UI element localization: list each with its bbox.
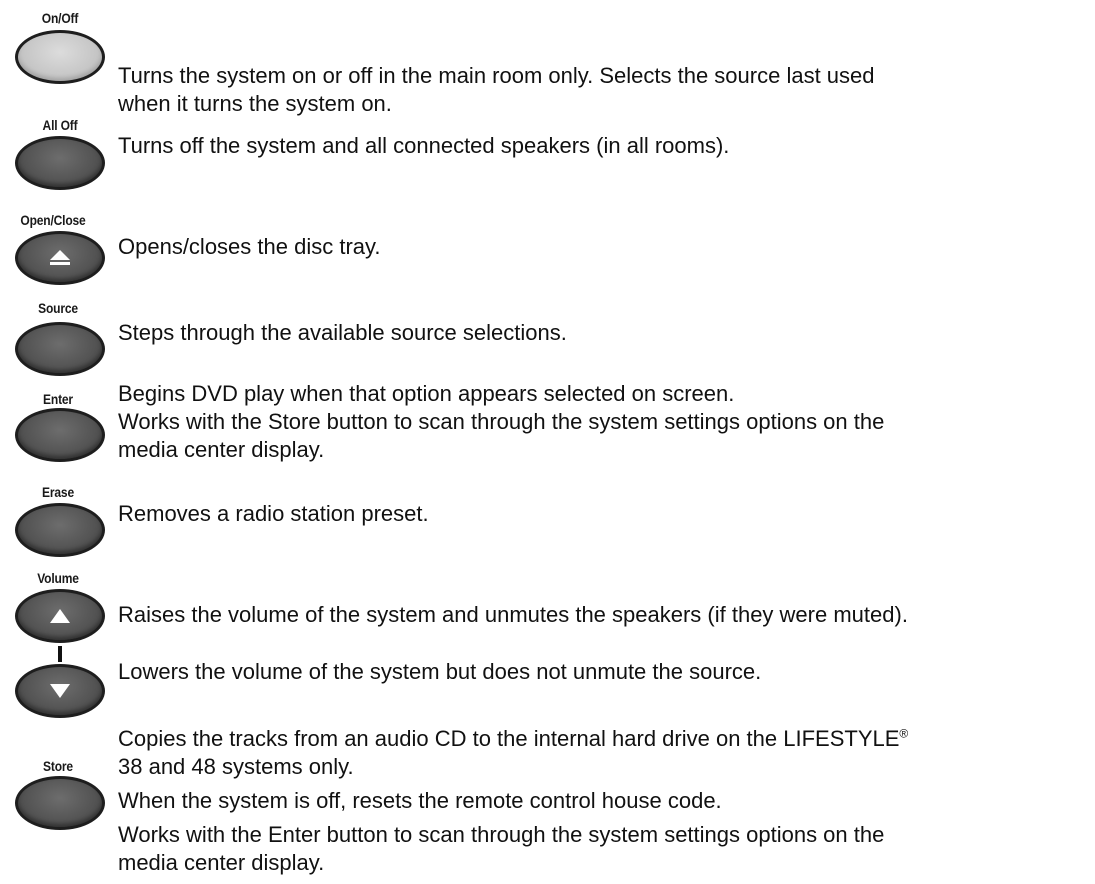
erase-desc: Removes a radio station preset. (118, 501, 429, 526)
source-label: Source (38, 300, 78, 316)
all-off-desc: Turns off the system and all connected s… (118, 133, 730, 158)
erase-label: Erase (42, 484, 74, 500)
store-desc-line2: 38 and 48 systems only. (118, 754, 354, 779)
volume-label: Volume (37, 570, 79, 586)
store-desc-line1-text: Copies the tracks from an audio CD to th… (118, 726, 900, 751)
erase-button[interactable] (15, 503, 105, 557)
volume-up-desc: Raises the volume of the system and unmu… (118, 602, 908, 627)
on-off-desc-line1: Turns the system on or off in the main r… (118, 63, 875, 88)
store-desc-line5: media center display. (118, 850, 325, 875)
enter-desc-line1: Begins DVD play when that option appears… (118, 381, 735, 406)
volume-up-button[interactable] (15, 589, 105, 643)
open-close-label: Open/Close (20, 212, 86, 228)
store-desc-line1: Copies the tracks from an audio CD to th… (118, 725, 1088, 753)
eject-icon (50, 250, 70, 265)
store-desc-line4: Works with the Enter button to scan thro… (118, 822, 885, 847)
volume-down-button[interactable] (15, 664, 105, 718)
all-off-label: All Off (42, 117, 78, 133)
source-desc: Steps through the available source selec… (118, 320, 567, 345)
on-off-label: On/Off (41, 10, 79, 26)
store-label: Store (43, 758, 73, 774)
triangle-down-icon (50, 684, 70, 698)
source-button[interactable] (15, 322, 105, 376)
enter-desc-line3: media center display. (118, 437, 325, 462)
on-off-desc-line2: when it turns the system on. (118, 91, 392, 116)
enter-label: Enter (43, 391, 73, 407)
open-close-desc: Opens/closes the disc tray. (118, 234, 381, 259)
open-close-button[interactable] (15, 231, 105, 285)
volume-divider (58, 646, 62, 662)
enter-desc-line2: Works with the Store button to scan thro… (118, 409, 885, 434)
on-off-button[interactable] (15, 30, 105, 84)
triangle-up-icon (50, 609, 70, 623)
volume-down-desc: Lowers the volume of the system but does… (118, 659, 762, 684)
registered-mark: ® (899, 726, 909, 741)
store-desc-line3: When the system is off, resets the remot… (118, 788, 722, 813)
store-button[interactable] (15, 776, 105, 830)
all-off-button[interactable] (15, 136, 105, 190)
enter-button[interactable] (15, 408, 105, 462)
